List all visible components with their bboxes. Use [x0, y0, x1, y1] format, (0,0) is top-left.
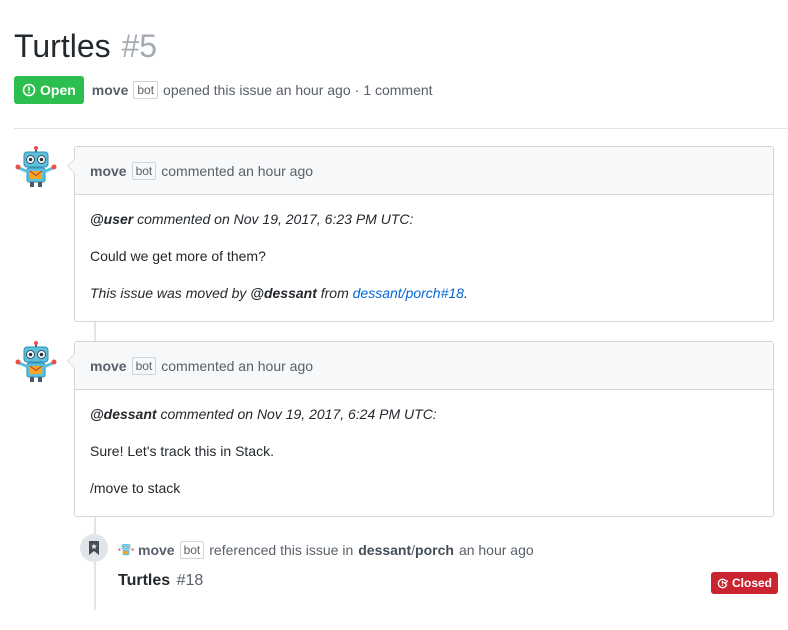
- moved-note: This issue was moved by @dessant from de…: [90, 283, 758, 303]
- robot-avatar[interactable]: [14, 146, 58, 190]
- quoted-user: @dessant: [90, 406, 157, 422]
- bot-badge: bot: [179, 541, 205, 559]
- comment-author-link[interactable]: move: [90, 163, 127, 179]
- bot-badge: bot: [133, 81, 159, 99]
- robot-avatar-small[interactable]: [118, 542, 134, 558]
- moved-user: @dessant: [250, 285, 317, 301]
- comment-author-link[interactable]: move: [90, 358, 127, 374]
- comment-text: Sure! Let's track this in Stack.: [90, 443, 274, 459]
- state-label: Open: [40, 82, 76, 98]
- quoted-text: commented on Nov 19, 2017, 6:24 PM UTC:: [160, 406, 437, 422]
- repo-name-link[interactable]: porch: [415, 542, 454, 558]
- referenced-issue-number: #18: [176, 572, 204, 589]
- issue-title: Turtles #5: [14, 28, 157, 64]
- comment-header: move bot commented an hour ago: [75, 342, 773, 390]
- moved-from: from: [320, 285, 349, 301]
- referenced-issue-title[interactable]: Turtles: [118, 572, 170, 589]
- bot-badge: bot: [131, 161, 157, 180]
- state-badge-closed: Closed: [711, 572, 779, 594]
- reference-author-link[interactable]: move: [138, 542, 175, 558]
- bookmark-icon: [89, 541, 99, 555]
- comment-time[interactable]: commented an hour ago: [161, 358, 313, 374]
- comments-count: 1 comment: [363, 82, 433, 98]
- reference-time[interactable]: an hour ago: [459, 542, 534, 558]
- bot-badge: bot: [131, 356, 157, 375]
- meta-separator: ·: [354, 82, 360, 98]
- quoted-text: commented on Nov 19, 2017, 6:23 PM UTC:: [137, 211, 414, 227]
- issue-title-text: Turtles: [14, 28, 111, 64]
- timeline-connector: [94, 322, 96, 342]
- comment-body: @user commented on Nov 19, 2017, 6:23 PM…: [75, 209, 773, 303]
- reference-text: referenced this issue in: [209, 542, 354, 558]
- quote-line: @user commented on Nov 19, 2017, 6:23 PM…: [90, 209, 758, 229]
- robot-avatar[interactable]: [14, 341, 58, 385]
- comment-header: move bot commented an hour ago: [75, 147, 773, 195]
- command-text: /move to stack: [90, 480, 181, 496]
- quoted-user: @user: [90, 211, 134, 227]
- reference-badge: [80, 534, 108, 562]
- issue-author-link[interactable]: move: [92, 82, 129, 98]
- repo-owner-link[interactable]: dessant: [358, 542, 411, 558]
- timeline-connector: [94, 517, 96, 610]
- opened-text: opened this issue an hour ago: [163, 82, 351, 98]
- reference-line: move bot referenced this issue in dessan…: [118, 541, 534, 559]
- issue-opened-icon: [22, 83, 36, 97]
- issue-number: #5: [121, 28, 158, 64]
- issue-meta: Open move bot opened this issue an hour …: [14, 76, 433, 104]
- moved-prefix: This issue was moved by: [90, 285, 247, 301]
- closed-label: Closed: [732, 576, 773, 590]
- comment-body: @dessant commented on Nov 19, 2017, 6:24…: [75, 404, 773, 498]
- state-badge-open: Open: [14, 76, 84, 104]
- issue-closed-icon: [717, 578, 728, 588]
- comment-time[interactable]: commented an hour ago: [161, 163, 313, 179]
- header-divider: [14, 128, 788, 129]
- moved-period: .: [463, 285, 468, 301]
- comment-text: Could we get more of them?: [90, 248, 266, 264]
- quote-line: @dessant commented on Nov 19, 2017, 6:24…: [90, 404, 758, 424]
- comment-box: move bot commented an hour ago @user com…: [67, 146, 774, 322]
- moved-issue-link[interactable]: dessant/porch#18: [353, 285, 464, 301]
- referenced-issue-link[interactable]: Turtles #18: [118, 572, 203, 590]
- comment-box: move bot commented an hour ago @dessant …: [67, 341, 774, 517]
